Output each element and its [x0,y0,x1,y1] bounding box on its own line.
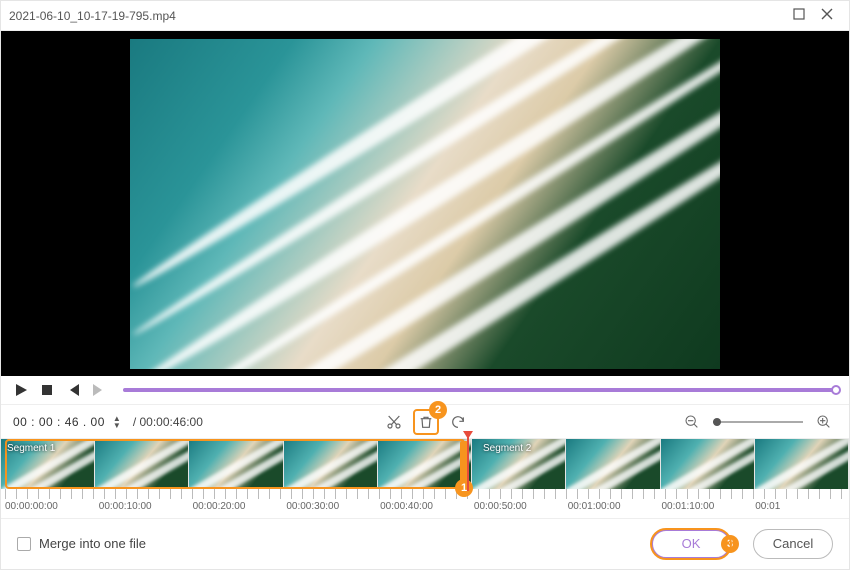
close-button[interactable] [813,6,841,25]
footer: Merge into one file OK 3 Cancel [1,518,849,568]
total-duration: / 00:00:46:00 [133,415,203,429]
ruler-label: 00:00:20:00 [193,501,287,512]
zoom-slider[interactable] [713,421,803,423]
cut-button[interactable] [381,409,407,435]
step-down-icon[interactable]: ▼ [113,422,121,429]
playback-controls [1,376,849,404]
ruler-label: 00:01:10:00 [661,501,755,512]
play-button[interactable] [13,382,29,398]
annotation-badge-2: 2 [429,401,447,419]
redo-button[interactable] [445,409,471,435]
timeline-thumb[interactable] [661,439,755,489]
timeline-thumb[interactable] [284,439,378,489]
current-time-input[interactable]: 00 : 00 : 46 . 00 [13,415,105,429]
timeline-thumb[interactable] [378,439,472,489]
maximize-button[interactable] [785,6,813,25]
time-ruler: 00:00:00:00 00:00:10:00 00:00:20:00 00:0… [1,489,849,519]
title-bar: 2021-06-10_10-17-19-795.mp4 [1,1,849,31]
ruler-label: 00:00:30:00 [286,501,380,512]
zoom-controls [679,409,837,435]
ruler-label: 00:00:00:00 [5,501,99,512]
timeline-thumb[interactable] [566,439,660,489]
ruler-label: 00:01 [755,501,849,512]
ruler-label: 00:00:40:00 [380,501,474,512]
zoom-in-button[interactable] [811,409,837,435]
progress-bar[interactable] [123,388,837,392]
ruler-label: 00:00:10:00 [99,501,193,512]
window-title: 2021-06-10_10-17-19-795.mp4 [9,9,785,23]
app-window: 2021-06-10_10-17-19-795.mp4 [0,0,850,570]
time-toolbar: 00 : 00 : 46 . 00 ▲ ▼ / 00:00:46:00 2 [1,404,849,438]
zoom-out-button[interactable] [679,409,705,435]
ruler-label: 00:00:50:00 [474,501,568,512]
timeline-thumb[interactable] [95,439,189,489]
timeline: Segment 1 Segment 2 1 00:00:00:00 00:00:… [1,438,849,518]
cancel-button-label: Cancel [773,536,813,551]
annotation-badge-3: 3 [721,535,739,553]
delete-segment-button[interactable]: 2 [413,409,439,435]
stop-button[interactable] [39,382,55,398]
playhead[interactable] [467,435,469,491]
merge-label: Merge into one file [39,536,146,551]
segment-2-label: Segment 2 [479,443,535,454]
prev-frame-button[interactable] [65,382,81,398]
video-preview-area [1,31,849,376]
timeline-thumb[interactable] [755,439,849,489]
video-preview[interactable] [130,39,720,369]
thumbnail-strip[interactable]: Segment 1 Segment 2 1 [1,439,849,489]
merge-checkbox[interactable] [17,537,31,551]
cancel-button[interactable]: Cancel [753,529,833,559]
timeline-thumb[interactable] [189,439,283,489]
time-stepper[interactable]: ▲ ▼ [113,415,121,429]
ok-button[interactable]: OK 3 [651,529,731,559]
next-frame-button[interactable] [91,382,107,398]
segment-1-label: Segment 1 [3,443,59,454]
progress-knob[interactable] [831,385,841,395]
ok-button-label: OK [682,536,701,551]
ruler-label: 00:01:00:00 [568,501,662,512]
